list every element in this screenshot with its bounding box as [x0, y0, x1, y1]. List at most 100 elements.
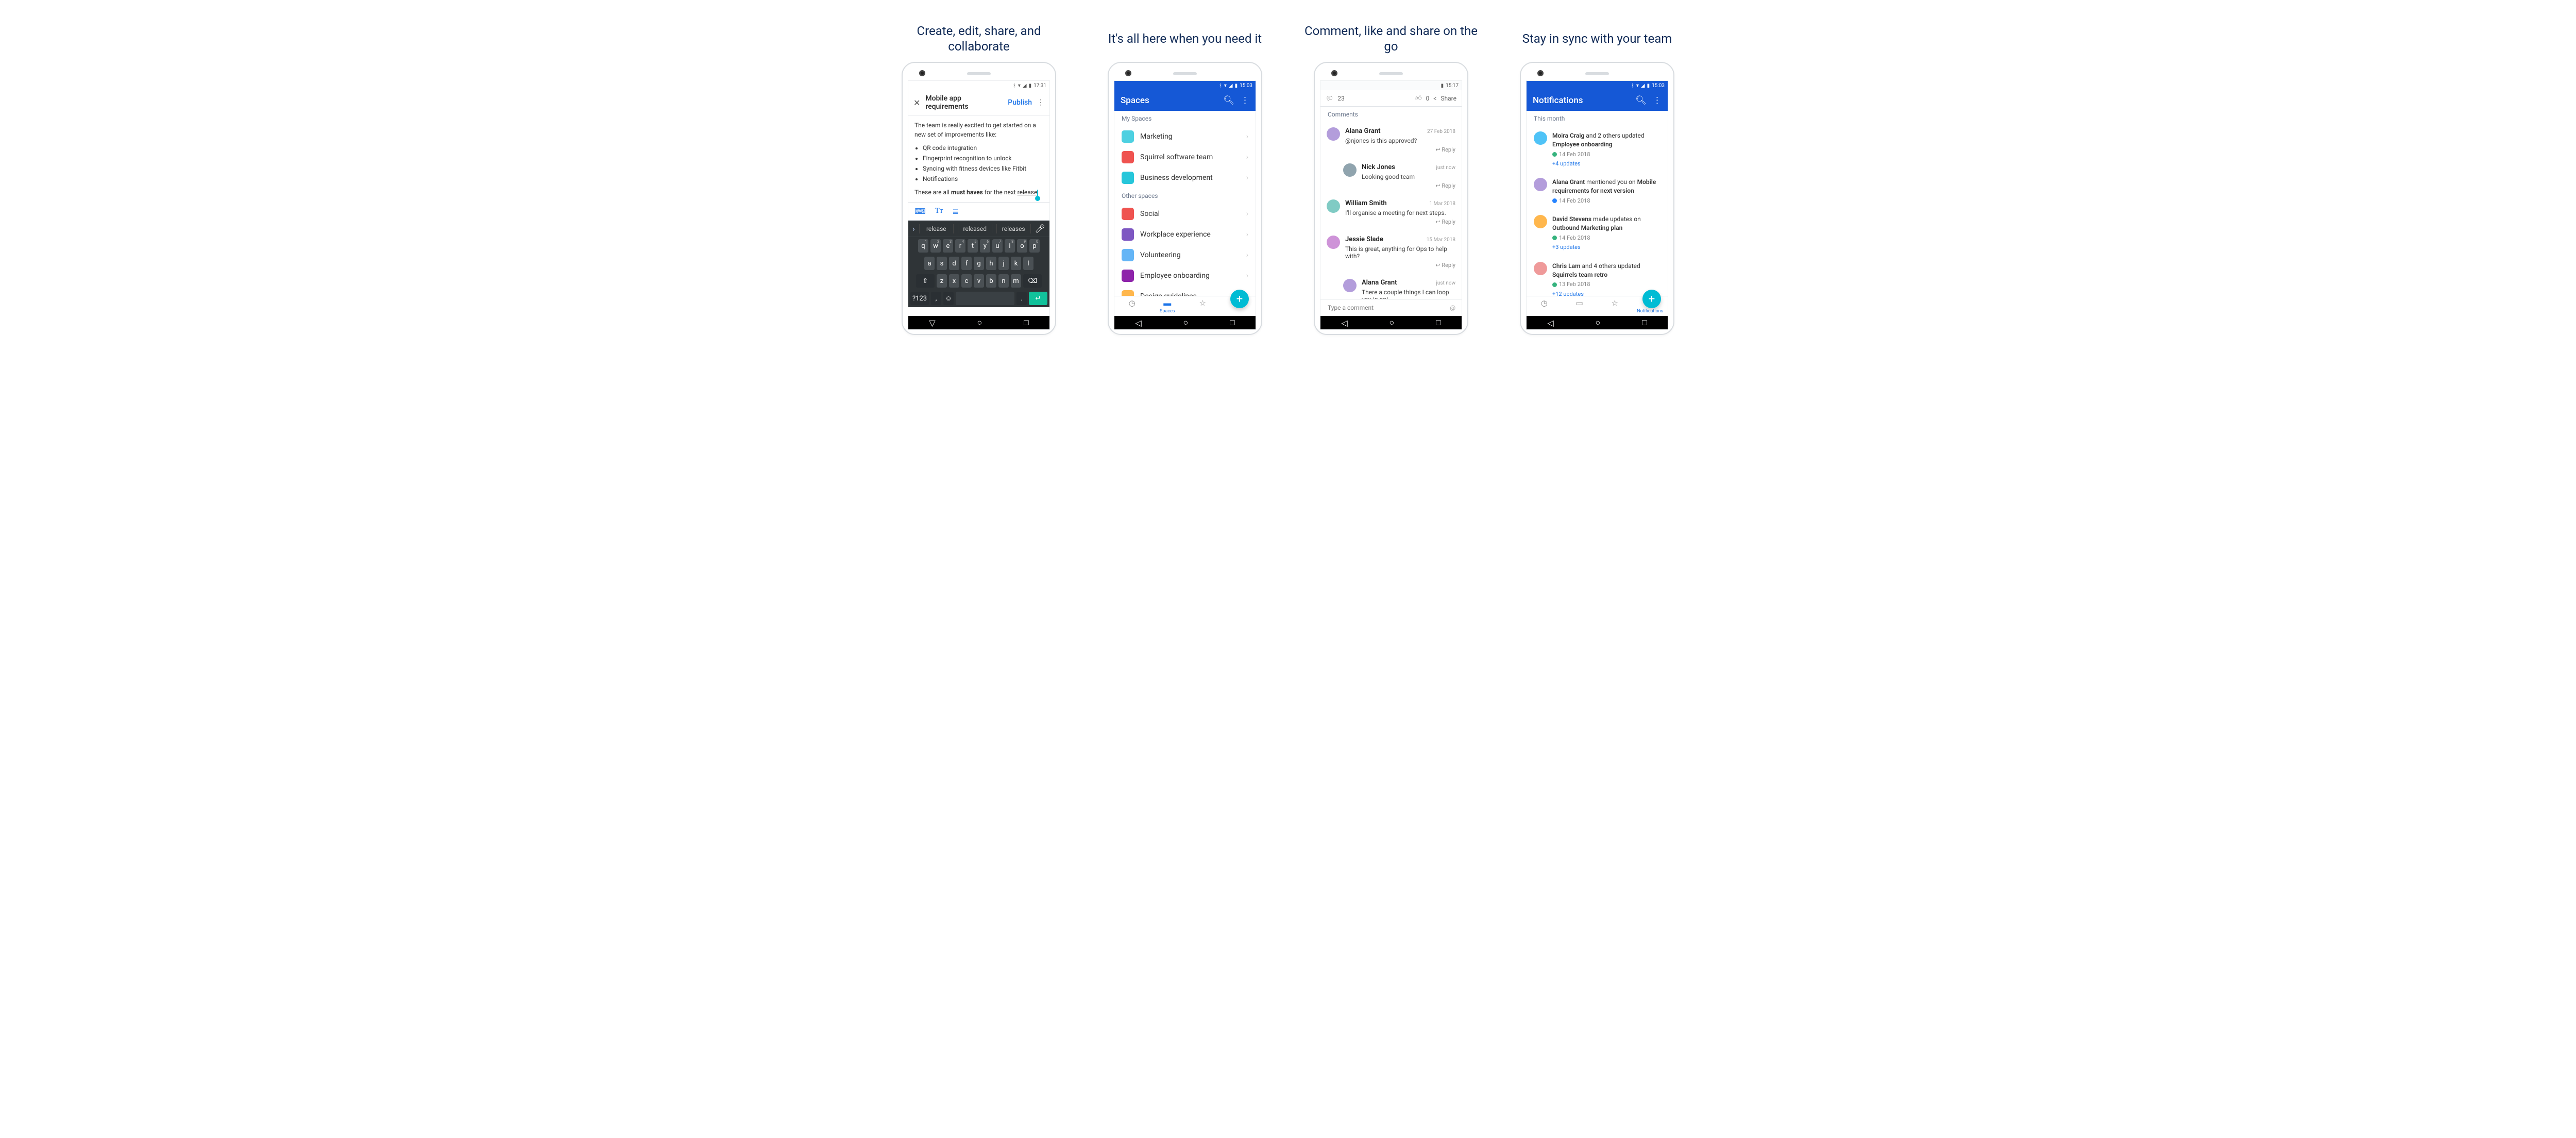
key[interactable]: b: [986, 274, 996, 288]
notification[interactable]: Chris Lam and 4 others updated Squirrels…: [1527, 257, 1668, 296]
chevron-right-icon[interactable]: ›: [912, 224, 915, 233]
key[interactable]: g: [974, 257, 984, 270]
key[interactable]: e3: [943, 239, 953, 253]
tab-recent[interactable]: ◷: [1527, 298, 1562, 314]
tab-starred[interactable]: ☆: [1597, 298, 1633, 314]
text-format-icon[interactable]: Tᴛ: [935, 207, 943, 216]
notification[interactable]: David Stevens made updates on Outbound M…: [1527, 210, 1668, 256]
mention-icon[interactable]: @: [1450, 304, 1455, 311]
backspace-icon[interactable]: ⌫: [1023, 274, 1042, 288]
space-item[interactable]: Marketing›: [1114, 126, 1256, 147]
back-icon[interactable]: ◁: [1135, 318, 1141, 328]
key[interactable]: p0: [1029, 239, 1040, 253]
tab-recent[interactable]: ◷: [1114, 298, 1150, 314]
page-actions: 💬︎ 23 👍︎ 0 < Share: [1320, 90, 1462, 107]
recents-icon[interactable]: □: [1642, 317, 1647, 328]
mic-icon[interactable]: 🎤︎: [1035, 224, 1045, 233]
key[interactable]: o9: [1017, 239, 1027, 253]
home-icon[interactable]: ○: [1183, 317, 1188, 328]
key[interactable]: t5: [968, 239, 978, 253]
share-label[interactable]: Share: [1440, 95, 1456, 102]
home-icon[interactable]: ○: [1595, 317, 1600, 328]
key[interactable]: y6: [980, 239, 990, 253]
key[interactable]: x: [949, 274, 959, 288]
key[interactable]: z: [937, 274, 947, 288]
notification[interactable]: Moira Craig and 2 others updated Employe…: [1527, 126, 1668, 173]
notification[interactable]: Alana Grant mentioned you on Mobile requ…: [1527, 173, 1668, 210]
back-icon[interactable]: ▽: [929, 318, 935, 328]
more-icon[interactable]: ⋮: [1241, 95, 1249, 106]
updates-link[interactable]: +3 updates: [1552, 243, 1660, 251]
key[interactable]: u7: [992, 239, 1003, 253]
space-item[interactable]: Employee onboarding›: [1114, 265, 1256, 286]
reply-button[interactable]: ↩ Reply: [1362, 182, 1455, 189]
suggestion[interactable]: release: [919, 224, 954, 233]
updates-link[interactable]: +4 updates: [1552, 160, 1660, 168]
comment-date: 1 Mar 2018: [1429, 201, 1455, 207]
space-item[interactable]: Social›: [1114, 204, 1256, 224]
comment-input[interactable]: [1327, 304, 1450, 312]
home-icon[interactable]: ○: [1389, 317, 1394, 328]
publish-button[interactable]: Publish: [1008, 98, 1032, 107]
fab-create[interactable]: +: [1642, 290, 1661, 308]
search-icon[interactable]: 🔍︎: [1635, 95, 1647, 106]
space-name: Squirrel software team: [1140, 153, 1240, 161]
space-item[interactable]: Business development›: [1114, 168, 1256, 188]
fab-create[interactable]: +: [1230, 290, 1249, 308]
key[interactable]: i8: [1005, 239, 1015, 253]
key[interactable]: s: [937, 257, 947, 270]
tab-starred[interactable]: ☆: [1185, 298, 1221, 314]
more-icon[interactable]: ⋮: [1037, 98, 1044, 107]
key[interactable]: f: [961, 257, 972, 270]
key[interactable]: w2: [930, 239, 941, 253]
close-icon[interactable]: ✕: [913, 98, 920, 108]
suggestion[interactable]: released: [958, 224, 992, 233]
comment-text: @njones is this approved?: [1345, 137, 1455, 144]
tab-spaces[interactable]: ▬Spaces: [1150, 298, 1185, 314]
reply-button[interactable]: ↩ Reply: [1345, 146, 1455, 153]
like-icon[interactable]: 👍︎: [1415, 94, 1422, 102]
back-icon[interactable]: ◁: [1341, 318, 1347, 328]
key[interactable]: h: [986, 257, 996, 270]
space-item[interactable]: Squirrel software team›: [1114, 147, 1256, 168]
list-icon[interactable]: ≣: [952, 207, 959, 216]
key[interactable]: k: [1011, 257, 1021, 270]
space-item[interactable]: Workplace experience›: [1114, 224, 1256, 245]
comment-icon[interactable]: 💬︎: [1326, 95, 1333, 102]
star-icon: ☆: [1199, 298, 1206, 308]
emoji-icon[interactable]: ☺: [943, 292, 954, 305]
suggestion[interactable]: releases: [996, 224, 1031, 233]
key[interactable]: a: [924, 257, 935, 270]
wifi-icon: ▾: [1224, 83, 1227, 89]
recents-icon[interactable]: □: [1436, 317, 1441, 328]
shift-icon[interactable]: ⇧: [916, 274, 935, 288]
key[interactable]: c: [961, 274, 972, 288]
key[interactable]: q1: [918, 239, 928, 253]
key-space[interactable]: [956, 292, 1014, 305]
keyboard-icon[interactable]: ⌨: [914, 207, 926, 216]
recents-icon[interactable]: □: [1024, 317, 1029, 328]
key[interactable]: l: [1023, 257, 1033, 270]
key[interactable]: n: [998, 274, 1009, 288]
key-numbers[interactable]: ?123: [910, 292, 929, 305]
app-header: Spaces 🔍︎ ⋮: [1114, 90, 1256, 111]
document-editor[interactable]: The team is really excited to get starte…: [908, 115, 1049, 202]
recents-icon[interactable]: □: [1230, 317, 1235, 328]
space-item[interactable]: Volunteering›: [1114, 245, 1256, 265]
key-period[interactable]: .: [1016, 292, 1027, 305]
key[interactable]: d: [949, 257, 959, 270]
key[interactable]: v: [974, 274, 984, 288]
key[interactable]: m: [1011, 274, 1021, 288]
back-icon[interactable]: ◁: [1547, 318, 1553, 328]
reply-button[interactable]: ↩ Reply: [1345, 219, 1455, 225]
tab-spaces[interactable]: ▭: [1562, 298, 1598, 314]
home-icon[interactable]: ○: [977, 317, 982, 328]
share-icon[interactable]: <: [1433, 95, 1436, 102]
search-icon[interactable]: 🔍︎: [1223, 95, 1234, 106]
key[interactable]: j: [998, 257, 1009, 270]
key[interactable]: r4: [955, 239, 965, 253]
more-icon[interactable]: ⋮: [1653, 95, 1662, 106]
enter-icon[interactable]: ↵: [1029, 292, 1047, 305]
key-comma[interactable]: ,: [931, 292, 941, 305]
reply-button[interactable]: ↩ Reply: [1345, 262, 1455, 269]
